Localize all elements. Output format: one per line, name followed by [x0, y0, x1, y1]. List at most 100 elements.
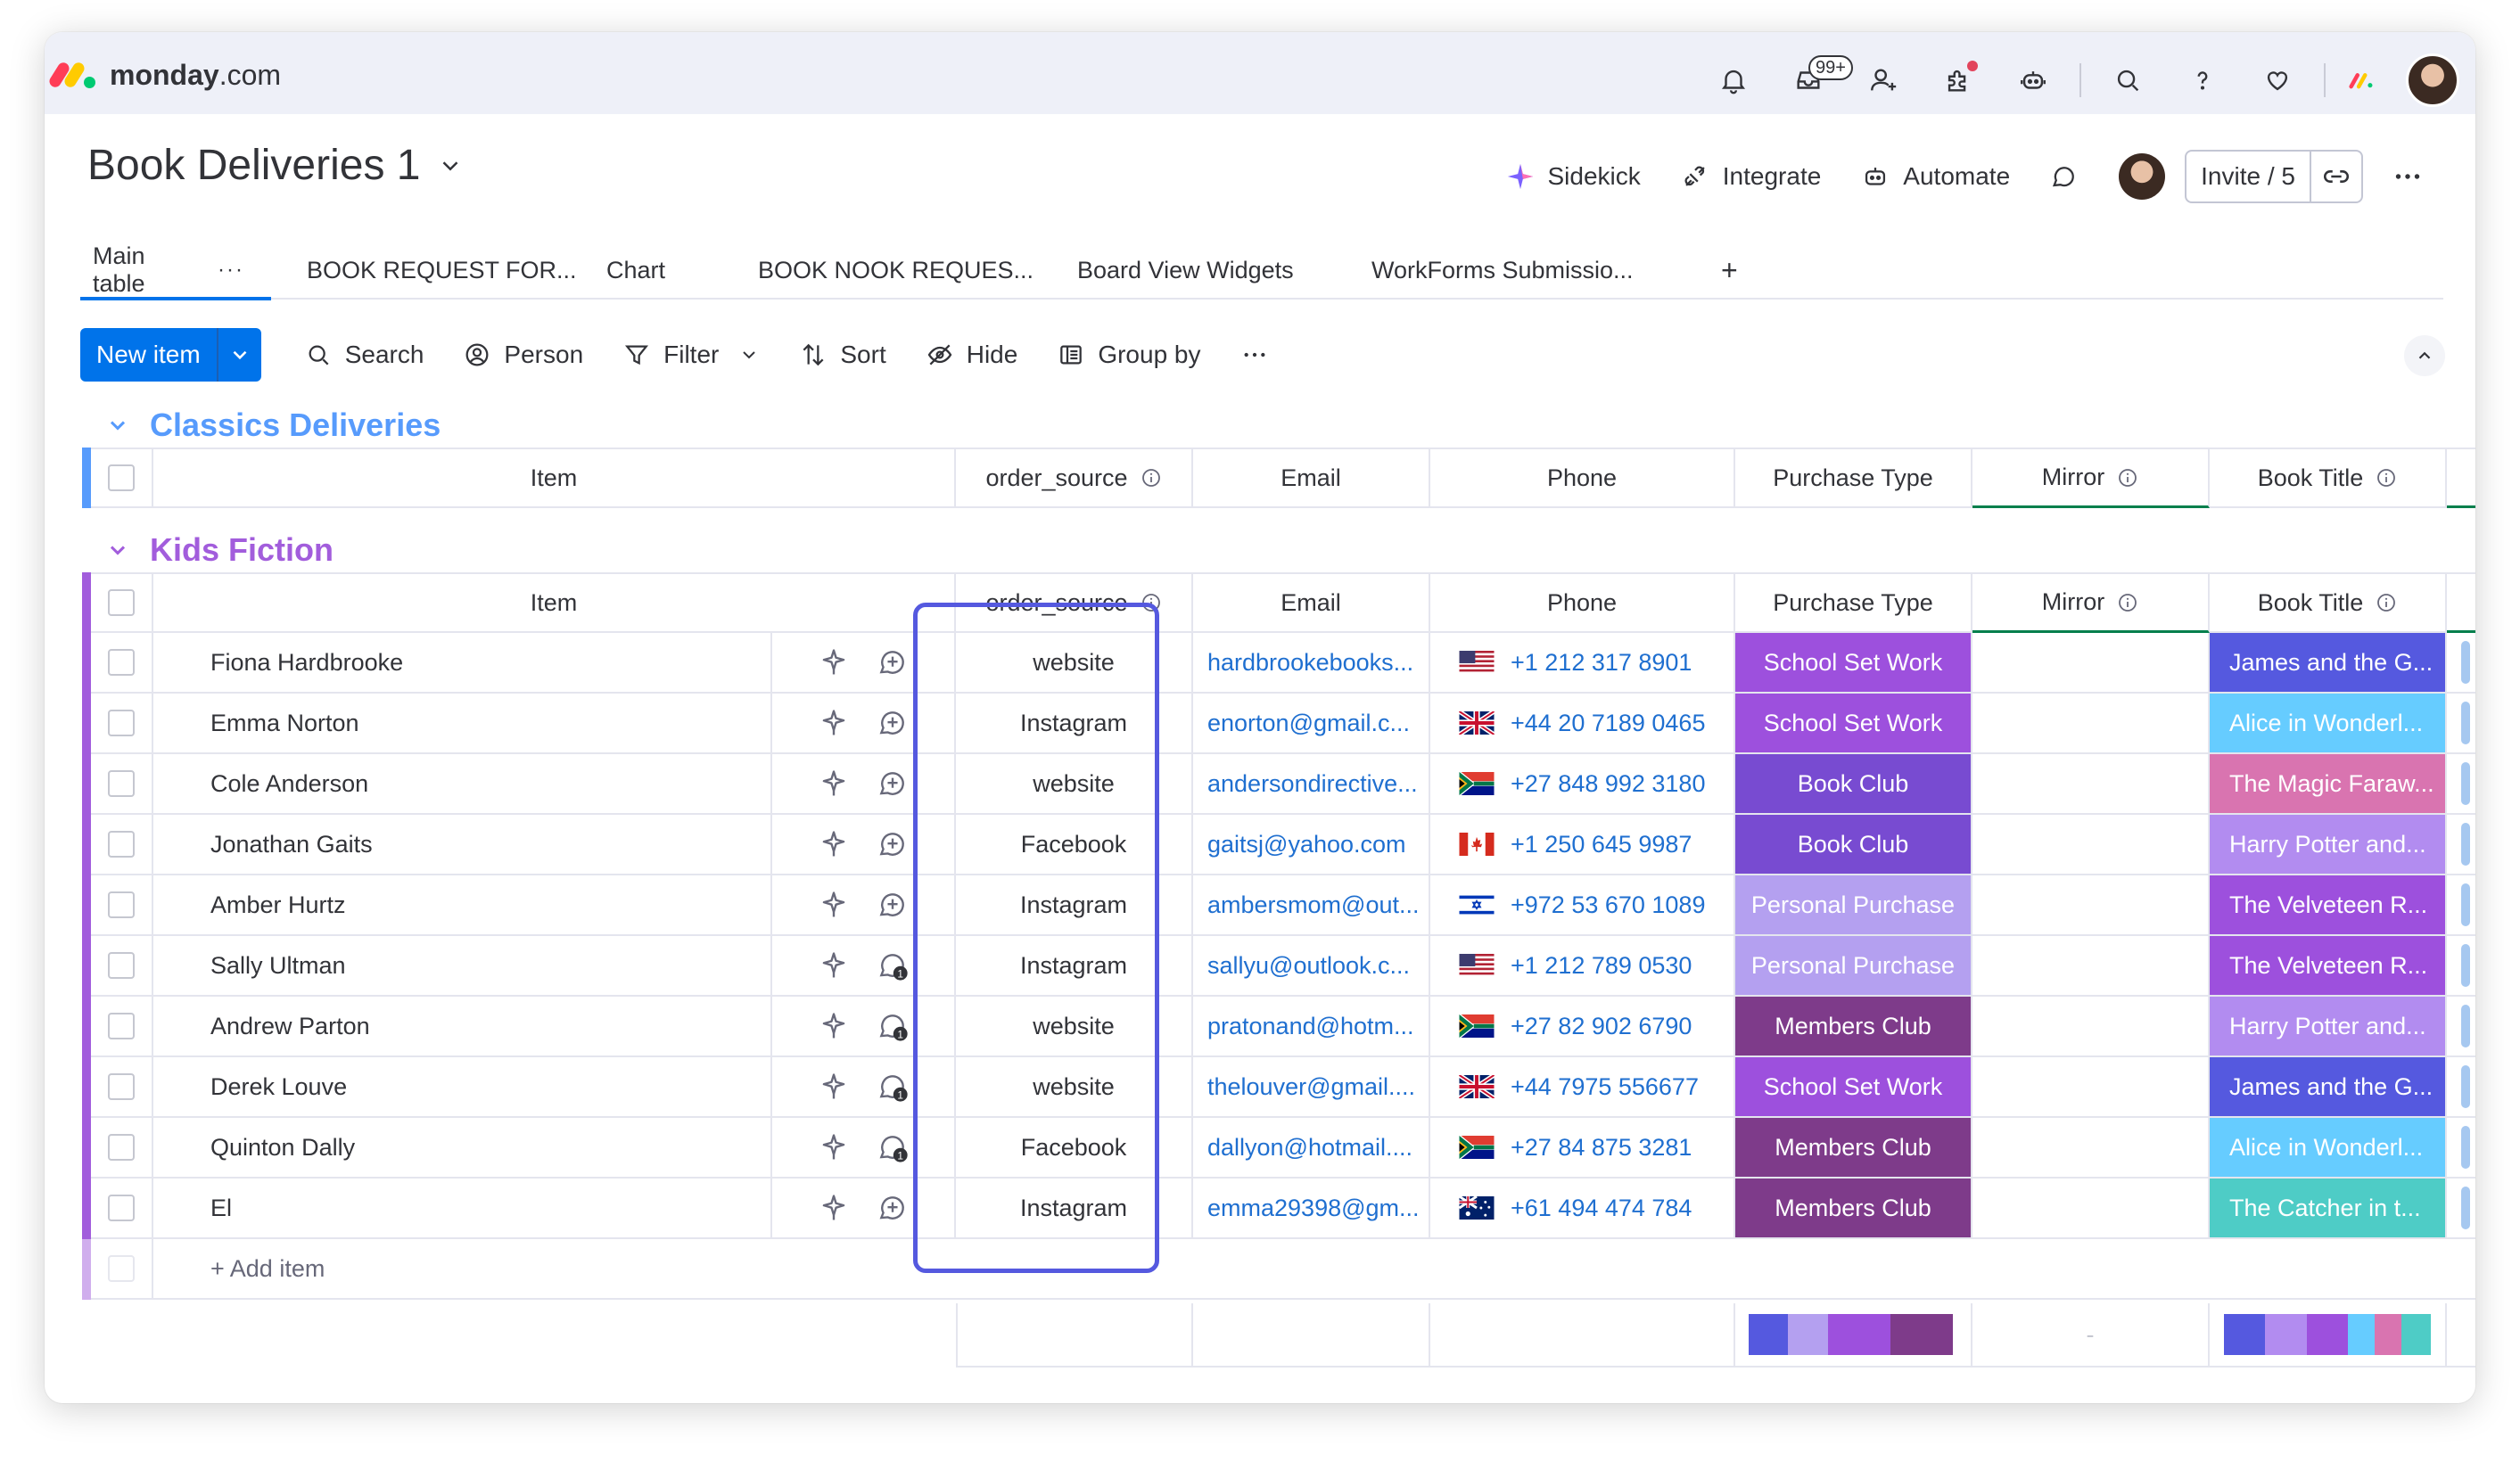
- email-cell[interactable]: sallyu@outlook.c...: [1193, 936, 1430, 997]
- next-column-cell[interactable]: [2447, 694, 2475, 754]
- help-icon[interactable]: [2165, 59, 2240, 102]
- book-title-label[interactable]: The Velveteen R...: [2210, 936, 2447, 997]
- monday-logo[interactable]: monday.com: [47, 57, 281, 93]
- item-name-cell[interactable]: El: [153, 1179, 772, 1239]
- mirror-cell[interactable]: [1972, 997, 2210, 1057]
- add-update-icon[interactable]: [876, 827, 910, 861]
- tab-book-nook-request[interactable]: BOOK NOOK REQUES...: [742, 242, 1077, 299]
- chevron-down-icon[interactable]: [105, 413, 130, 438]
- group-by-button[interactable]: Group by: [1037, 328, 1220, 382]
- email-column-header[interactable]: Email: [1193, 572, 1430, 633]
- book-title-label[interactable]: The Velveteen R...: [2210, 875, 2447, 936]
- mirror-cell[interactable]: [1972, 1118, 2210, 1179]
- phone-cell[interactable]: +972 53 670 1089: [1430, 875, 1735, 936]
- item-name-cell[interactable]: Cole Anderson: [153, 754, 772, 815]
- item-updates-icon[interactable]: 1: [876, 1130, 910, 1164]
- next-column-header[interactable]: The: [2447, 572, 2475, 633]
- add-update-icon[interactable]: [876, 767, 910, 801]
- bell-icon[interactable]: [1696, 59, 1771, 102]
- row-checkbox[interactable]: [108, 1134, 135, 1161]
- order-source-column-header[interactable]: order_source: [956, 572, 1193, 633]
- email-cell[interactable]: gaitsj@yahoo.com: [1193, 815, 1430, 875]
- item-column-header[interactable]: Item: [153, 448, 956, 508]
- ai-sparkle-icon[interactable]: [817, 1130, 851, 1164]
- purchase-type-label[interactable]: School Set Work: [1735, 1057, 1972, 1118]
- ai-sparkle-icon[interactable]: [817, 767, 851, 801]
- apps-icon[interactable]: [1921, 59, 1996, 102]
- info-icon[interactable]: [2376, 592, 2397, 613]
- invite-button[interactable]: Invite / 5: [2185, 150, 2363, 203]
- table-row[interactable]: Andrew Parton 1 website pratonand@hotm... +2…: [82, 997, 2475, 1057]
- mirror-column-header[interactable]: Mirror: [1972, 448, 2210, 508]
- book-title-label[interactable]: The Magic Faraw...: [2210, 754, 2447, 815]
- select-cell[interactable]: [91, 1057, 153, 1118]
- purchase-type-label[interactable]: Book Club: [1735, 815, 1972, 875]
- purchase-type-label[interactable]: Members Club: [1735, 1179, 1972, 1239]
- book-title-label[interactable]: Harry Potter and...: [2210, 997, 2447, 1057]
- info-icon[interactable]: [2117, 467, 2138, 489]
- mirror-cell[interactable]: [1972, 815, 2210, 875]
- order-source-cell[interactable]: Instagram: [956, 875, 1193, 936]
- chevron-down-icon[interactable]: [216, 328, 261, 382]
- person-filter-button[interactable]: Person: [443, 328, 603, 382]
- search-button[interactable]: Search: [284, 328, 444, 382]
- table-row[interactable]: Derek Louve 1 website thelouver@gmail.... +4…: [82, 1057, 2475, 1118]
- tab-options-icon[interactable]: ···: [218, 258, 244, 283]
- mirror-cell[interactable]: [1972, 1179, 2210, 1239]
- mirror-cell[interactable]: [1972, 875, 2210, 936]
- ai-sparkle-icon[interactable]: [817, 888, 851, 922]
- tab-board-view-widgets[interactable]: Board View Widgets: [1077, 242, 1371, 299]
- item-name-cell[interactable]: Andrew Parton: [153, 997, 772, 1057]
- ai-assistant-icon[interactable]: [1996, 59, 2071, 102]
- add-view-button[interactable]: +: [1703, 254, 1756, 287]
- select-cell[interactable]: [91, 1118, 153, 1179]
- ai-sparkle-icon[interactable]: [817, 1070, 851, 1104]
- table-row[interactable]: El Instagram emma29398@gm... +61 494 474 78…: [82, 1179, 2475, 1239]
- copy-link-icon[interactable]: [2310, 152, 2361, 201]
- automate-button[interactable]: Automate: [1841, 152, 2030, 201]
- table-row[interactable]: Fiona Hardbrooke website hardbrookebooks..…: [82, 633, 2475, 694]
- mirror-cell[interactable]: [1972, 754, 2210, 815]
- email-cell[interactable]: thelouver@gmail....: [1193, 1057, 1430, 1118]
- workspace-switcher-icon[interactable]: [2335, 59, 2388, 102]
- item-name-cell[interactable]: Quinton Dally: [153, 1118, 772, 1179]
- row-checkbox[interactable]: [108, 649, 135, 676]
- order-source-cell[interactable]: website: [956, 1057, 1193, 1118]
- row-checkbox[interactable]: [108, 831, 135, 858]
- info-icon[interactable]: [1141, 467, 1162, 489]
- user-avatar[interactable]: [2406, 53, 2459, 107]
- email-cell[interactable]: ambersmom@out...: [1193, 875, 1430, 936]
- phone-cell[interactable]: +61 494 474 784: [1430, 1179, 1735, 1239]
- book-title-label[interactable]: Harry Potter and...: [2210, 815, 2447, 875]
- mirror-cell[interactable]: [1972, 633, 2210, 694]
- table-row[interactable]: Jonathan Gaits Facebook gaitsj@yahoo.com +1…: [82, 815, 2475, 875]
- select-cell[interactable]: [91, 875, 153, 936]
- book-title-label[interactable]: James and the G...: [2210, 633, 2447, 694]
- ai-sparkle-icon[interactable]: [817, 706, 851, 740]
- book-title-column-header[interactable]: Book Title: [2210, 448, 2447, 508]
- phone-cell[interactable]: +27 84 875 3281: [1430, 1118, 1735, 1179]
- next-column-cell[interactable]: [2447, 633, 2475, 694]
- item-name-cell[interactable]: Derek Louve: [153, 1057, 772, 1118]
- invite-members-icon[interactable]: [1846, 59, 1921, 102]
- group-title[interactable]: Classics Deliveries: [150, 407, 441, 444]
- mirror-cell[interactable]: [1972, 1057, 2210, 1118]
- sidekick-button[interactable]: Sidekick: [1486, 152, 1660, 201]
- board-title[interactable]: Book Deliveries 1: [87, 141, 464, 190]
- purchase-type-label[interactable]: Members Club: [1735, 997, 1972, 1057]
- item-column-header[interactable]: Item: [153, 572, 956, 633]
- email-column-header[interactable]: Email: [1193, 448, 1430, 508]
- order-source-column-header[interactable]: order_source: [956, 448, 1193, 508]
- mirror-cell[interactable]: [1972, 936, 2210, 997]
- add-update-icon[interactable]: [876, 888, 910, 922]
- table-row[interactable]: Quinton Dally 1 Facebook dallyon@hotmail...…: [82, 1118, 2475, 1179]
- order-source-cell[interactable]: Facebook: [956, 1118, 1193, 1179]
- tab-workforms-submissions[interactable]: WorkForms Submissio...: [1371, 242, 1703, 299]
- purchase-type-column-header[interactable]: Purchase Type: [1735, 572, 1972, 633]
- integrate-button[interactable]: Integrate: [1660, 152, 1841, 201]
- select-cell[interactable]: [91, 633, 153, 694]
- order-source-cell[interactable]: Instagram: [956, 694, 1193, 754]
- order-source-cell[interactable]: website: [956, 754, 1193, 815]
- email-cell[interactable]: hardbrookebooks...: [1193, 633, 1430, 694]
- inbox-icon[interactable]: 99+: [1771, 55, 1853, 102]
